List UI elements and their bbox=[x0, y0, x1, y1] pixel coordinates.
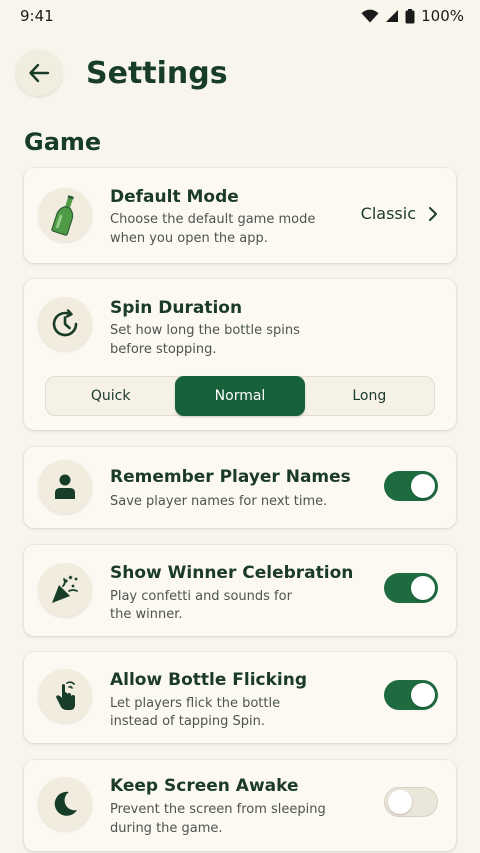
wifi-icon bbox=[361, 9, 379, 23]
default-mode-desc-2: when you open the app. bbox=[110, 231, 268, 246]
winner-celebration-desc-2: the winner. bbox=[110, 607, 183, 622]
spin-duration-desc-2: before stopping. bbox=[110, 342, 217, 357]
spin-duration-card: Spin Duration Set how long the bottle sp… bbox=[24, 279, 456, 430]
winner-celebration-desc-1: Play confetti and sounds for bbox=[110, 589, 292, 604]
status-icons: 100% bbox=[361, 7, 464, 25]
back-button[interactable] bbox=[16, 50, 62, 96]
hand-flick-icon bbox=[38, 669, 92, 723]
spin-option-quick[interactable]: Quick bbox=[46, 377, 175, 415]
battery-icon bbox=[405, 8, 415, 23]
remember-names-toggle[interactable] bbox=[384, 471, 438, 501]
arrow-left-icon bbox=[29, 63, 50, 83]
screen-awake-desc-2: during the game. bbox=[110, 821, 223, 836]
cellular-signal-icon bbox=[386, 10, 399, 22]
spin-duration-selector: Quick Normal Long bbox=[45, 376, 435, 416]
battery-percent: 100% bbox=[421, 7, 464, 25]
winner-celebration-row: Show Winner Celebration Play confetti an… bbox=[24, 545, 456, 636]
bottle-flicking-row: Allow Bottle Flicking Let players flick … bbox=[24, 652, 456, 743]
bottle-flicking-toggle[interactable] bbox=[384, 680, 438, 710]
timer-icon bbox=[38, 297, 92, 351]
bottle-flicking-desc-2: instead of tapping Spin. bbox=[110, 714, 266, 729]
moon-icon bbox=[38, 777, 92, 831]
person-icon bbox=[38, 460, 92, 514]
winner-celebration-toggle[interactable] bbox=[384, 573, 438, 603]
default-mode-desc-1: Choose the default game mode bbox=[110, 212, 316, 227]
screen-awake-toggle[interactable] bbox=[384, 787, 438, 817]
spin-duration-title: Spin Duration bbox=[110, 298, 243, 318]
spin-duration-desc-1: Set how long the bottle spins bbox=[110, 323, 300, 338]
screen-awake-title: Keep Screen Awake bbox=[110, 776, 299, 796]
screen-awake-desc-1: Prevent the screen from sleeping bbox=[110, 802, 326, 817]
page-title: Settings bbox=[86, 55, 228, 91]
remember-names-desc: Save player names for next time. bbox=[110, 494, 328, 509]
default-mode-title: Default Mode bbox=[110, 187, 239, 207]
default-mode-row[interactable]: Default Mode Choose the default game mod… bbox=[24, 168, 456, 263]
bottle-icon bbox=[38, 188, 92, 242]
status-time: 9:41 bbox=[20, 7, 54, 25]
bottle-flicking-desc-1: Let players flick the bottle bbox=[110, 696, 281, 711]
toggle-knob bbox=[411, 474, 435, 498]
remember-names-row: Remember Player Names Save player names … bbox=[24, 447, 456, 528]
winner-celebration-title: Show Winner Celebration bbox=[110, 563, 354, 583]
status-bar: 9:41 100% bbox=[0, 0, 480, 32]
toggle-knob bbox=[388, 790, 412, 814]
section-title-game: Game bbox=[24, 128, 102, 156]
default-mode-value-group[interactable]: Classic bbox=[361, 204, 438, 223]
header: Settings bbox=[16, 50, 228, 96]
toggle-knob bbox=[411, 576, 435, 600]
chevron-right-icon bbox=[429, 206, 437, 221]
spin-option-long[interactable]: Long bbox=[305, 377, 434, 415]
bottle-flicking-title: Allow Bottle Flicking bbox=[110, 670, 308, 690]
default-mode-value: Classic bbox=[360, 204, 416, 223]
toggle-knob bbox=[411, 683, 435, 707]
screen-awake-row: Keep Screen Awake Prevent the screen fro… bbox=[24, 760, 456, 851]
spin-option-normal[interactable]: Normal bbox=[175, 376, 305, 416]
remember-names-title: Remember Player Names bbox=[110, 467, 351, 487]
party-popper-icon bbox=[38, 563, 92, 617]
